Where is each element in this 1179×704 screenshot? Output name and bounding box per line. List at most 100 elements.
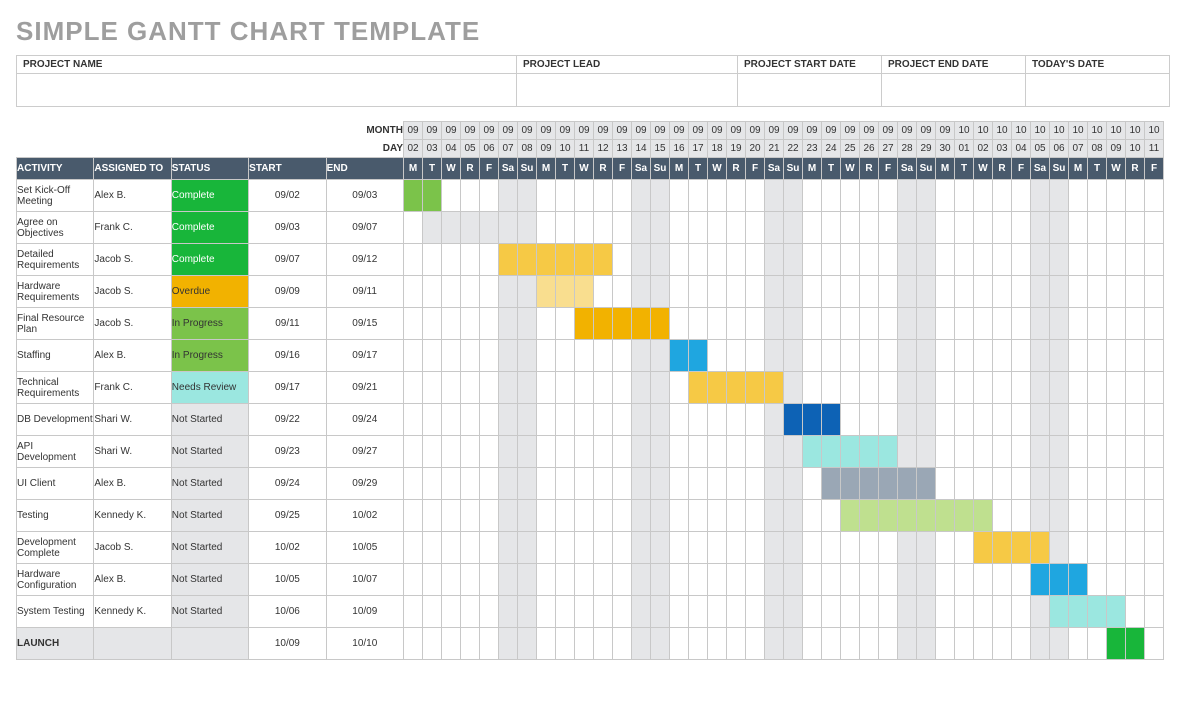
end-cell[interactable]: 09/15 xyxy=(326,308,403,340)
meta-project-lead[interactable]: PROJECT LEAD xyxy=(517,55,738,107)
end-cell[interactable]: 10/09 xyxy=(326,596,403,628)
status-cell[interactable]: Not Started xyxy=(171,468,248,500)
meta-value[interactable] xyxy=(738,74,881,106)
gantt-cell xyxy=(1126,436,1145,468)
gantt-cell xyxy=(1050,212,1069,244)
start-cell[interactable]: 10/06 xyxy=(249,596,326,628)
start-cell[interactable]: 10/02 xyxy=(249,532,326,564)
status-cell[interactable]: Not Started xyxy=(171,404,248,436)
status-cell[interactable]: In Progress xyxy=(171,340,248,372)
month-cell: 10 xyxy=(1050,122,1069,140)
gantt-cell xyxy=(537,596,556,628)
activity-cell[interactable]: UI Client xyxy=(17,468,94,500)
start-cell[interactable]: 10/09 xyxy=(249,628,326,660)
activity-cell[interactable]: Detailed Requirements xyxy=(17,244,94,276)
meta-value[interactable] xyxy=(517,74,737,106)
gantt-cell xyxy=(993,308,1012,340)
activity-cell[interactable]: Staffing xyxy=(17,340,94,372)
end-cell[interactable]: 09/29 xyxy=(326,468,403,500)
activity-cell[interactable]: Hardware Configuration xyxy=(17,564,94,596)
assigned-cell[interactable]: Alex B. xyxy=(94,564,171,596)
assigned-cell[interactable]: Kennedy K. xyxy=(94,500,171,532)
gantt-bar xyxy=(575,276,594,308)
meta-value[interactable] xyxy=(882,74,1025,106)
start-cell[interactable]: 10/05 xyxy=(249,564,326,596)
start-cell[interactable]: 09/16 xyxy=(249,340,326,372)
start-cell[interactable]: 09/07 xyxy=(249,244,326,276)
end-cell[interactable]: 10/10 xyxy=(326,628,403,660)
assigned-cell[interactable]: Shari W. xyxy=(94,404,171,436)
start-cell[interactable]: 09/17 xyxy=(249,372,326,404)
activity-cell[interactable]: Hardware Requirements xyxy=(17,276,94,308)
end-cell[interactable]: 09/27 xyxy=(326,436,403,468)
status-cell[interactable]: Not Started xyxy=(171,436,248,468)
assigned-cell[interactable]: Kennedy K. xyxy=(94,596,171,628)
end-cell[interactable]: 09/12 xyxy=(326,244,403,276)
start-cell[interactable]: 09/23 xyxy=(249,436,326,468)
meta-start-date[interactable]: PROJECT START DATE xyxy=(738,55,882,107)
assigned-cell[interactable]: Jacob S. xyxy=(94,276,171,308)
start-cell[interactable]: 09/09 xyxy=(249,276,326,308)
status-cell[interactable] xyxy=(171,628,248,660)
assigned-cell[interactable]: Jacob S. xyxy=(94,244,171,276)
status-cell[interactable]: In Progress xyxy=(171,308,248,340)
status-cell[interactable]: Needs Review xyxy=(171,372,248,404)
assigned-cell[interactable]: Frank C. xyxy=(94,212,171,244)
end-cell[interactable]: 09/03 xyxy=(326,180,403,212)
day-cell: 25 xyxy=(841,140,860,158)
activity-cell[interactable]: DB Development xyxy=(17,404,94,436)
end-cell[interactable]: 09/17 xyxy=(326,340,403,372)
assigned-cell[interactable] xyxy=(94,628,171,660)
start-cell[interactable]: 09/03 xyxy=(249,212,326,244)
month-cell: 09 xyxy=(499,122,518,140)
gantt-cell xyxy=(974,276,993,308)
end-cell[interactable]: 09/24 xyxy=(326,404,403,436)
activity-cell[interactable]: System Testing xyxy=(17,596,94,628)
gantt-cell xyxy=(442,404,461,436)
dow-cell: R xyxy=(461,158,480,180)
status-cell[interactable]: Not Started xyxy=(171,532,248,564)
start-cell[interactable]: 09/02 xyxy=(249,180,326,212)
end-cell[interactable]: 10/02 xyxy=(326,500,403,532)
start-cell[interactable]: 09/22 xyxy=(249,404,326,436)
activity-cell[interactable]: LAUNCH xyxy=(17,628,94,660)
status-cell[interactable]: Complete xyxy=(171,180,248,212)
activity-cell[interactable]: Set Kick-Off Meeting xyxy=(17,180,94,212)
status-cell[interactable]: Overdue xyxy=(171,276,248,308)
end-cell[interactable]: 10/05 xyxy=(326,532,403,564)
activity-cell[interactable]: Technical Requirements xyxy=(17,372,94,404)
status-cell[interactable]: Not Started xyxy=(171,500,248,532)
status-cell[interactable]: Complete xyxy=(171,212,248,244)
start-cell[interactable]: 09/24 xyxy=(249,468,326,500)
end-cell[interactable]: 09/21 xyxy=(326,372,403,404)
meta-project-name[interactable]: PROJECT NAME xyxy=(16,55,517,107)
meta-value[interactable] xyxy=(1026,74,1169,106)
assigned-cell[interactable]: Jacob S. xyxy=(94,532,171,564)
meta-end-date[interactable]: PROJECT END DATE xyxy=(882,55,1026,107)
activity-cell[interactable]: Final Resource Plan xyxy=(17,308,94,340)
status-cell[interactable]: Not Started xyxy=(171,564,248,596)
status-cell[interactable]: Not Started xyxy=(171,596,248,628)
status-cell[interactable]: Complete xyxy=(171,244,248,276)
end-cell[interactable]: 09/07 xyxy=(326,212,403,244)
assigned-cell[interactable]: Shari W. xyxy=(94,436,171,468)
meta-value[interactable] xyxy=(17,74,516,106)
gantt-cell xyxy=(784,276,803,308)
meta-todays-date[interactable]: TODAY'S DATE xyxy=(1026,55,1170,107)
gantt-cell xyxy=(613,180,632,212)
assigned-cell[interactable]: Frank C. xyxy=(94,372,171,404)
start-cell[interactable]: 09/11 xyxy=(249,308,326,340)
assigned-cell[interactable]: Alex B. xyxy=(94,340,171,372)
assigned-cell[interactable]: Alex B. xyxy=(94,468,171,500)
gantt-cell xyxy=(651,628,670,660)
activity-cell[interactable]: Agree on Objectives xyxy=(17,212,94,244)
assigned-cell[interactable]: Jacob S. xyxy=(94,308,171,340)
activity-cell[interactable]: Development Complete xyxy=(17,532,94,564)
activity-cell[interactable]: Testing xyxy=(17,500,94,532)
activity-cell[interactable]: API Development xyxy=(17,436,94,468)
end-cell[interactable]: 10/07 xyxy=(326,564,403,596)
gantt-cell xyxy=(556,212,575,244)
assigned-cell[interactable]: Alex B. xyxy=(94,180,171,212)
end-cell[interactable]: 09/11 xyxy=(326,276,403,308)
start-cell[interactable]: 09/25 xyxy=(249,500,326,532)
